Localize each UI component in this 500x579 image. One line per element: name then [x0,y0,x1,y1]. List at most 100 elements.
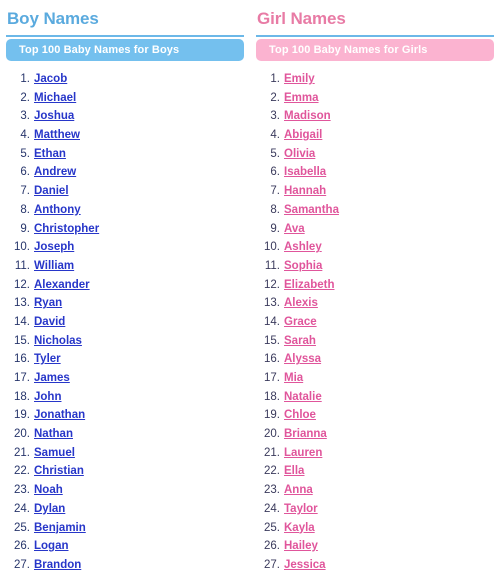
name-link[interactable]: Matthew [34,129,80,141]
name-link[interactable]: Hailey [284,540,318,552]
name-link[interactable]: William [34,260,74,272]
name-link[interactable]: Anna [284,484,313,496]
name-list-item: 14. Grace [250,313,500,332]
rank-number: 13. [264,297,280,310]
name-link[interactable]: Isabella [284,166,326,178]
rank-number: 6. [270,166,280,179]
rank-number: 21. [14,446,30,459]
name-link[interactable]: Nathan [34,428,73,440]
name-link[interactable]: Abigail [284,129,322,141]
name-list-item: 2. Emma [250,89,500,108]
name-link[interactable]: Ethan [34,148,66,160]
name-link[interactable]: Taylor [284,503,318,515]
rank-number: 10. [264,241,280,254]
name-list-item: 15. Nicholas [0,332,250,351]
boys-banner: Top 100 Baby Names for Boys [6,39,244,61]
name-link[interactable]: John [34,391,61,403]
name-link[interactable]: Christian [34,465,84,477]
name-link[interactable]: Michael [34,92,76,104]
rank-number: 22. [264,465,280,478]
rank-number: 6. [20,166,30,179]
name-link[interactable]: Jacob [34,73,67,85]
name-list-item: 25. Kayla [250,519,500,538]
rank-number: 11. [264,259,280,272]
rank-number: 15. [264,334,280,347]
name-link[interactable]: Lauren [284,447,322,459]
name-link[interactable]: Brandon [34,559,81,571]
rank-number: 3. [20,110,30,123]
name-link[interactable]: Madison [284,110,331,122]
boys-column: Boy Names Top 100 Baby Names for Boys 1.… [0,0,250,575]
rank-number: 24. [264,502,280,515]
name-link[interactable]: Emma [284,92,319,104]
name-link[interactable]: Kayla [284,522,315,534]
name-link[interactable]: Benjamin [34,522,86,534]
name-list-item: 5. Ethan [0,145,250,164]
rank-number: 16. [264,353,280,366]
name-link[interactable]: Daniel [34,185,69,197]
name-list-item: 18. Natalie [250,388,500,407]
name-list-item: 24. Taylor [250,500,500,519]
name-link[interactable]: Alyssa [284,353,321,365]
rank-number: 13. [14,297,30,310]
name-link[interactable]: Elizabeth [284,279,334,291]
rank-number: 23. [14,484,30,497]
name-link[interactable]: Noah [34,484,63,496]
name-link[interactable]: Grace [284,316,317,328]
rank-number: 14. [264,315,280,328]
name-link[interactable]: Ava [284,223,305,235]
name-link[interactable]: Emily [284,73,315,85]
name-link[interactable]: Samuel [34,447,75,459]
name-list-item: 12. Alexander [0,276,250,295]
name-list-item: 11. Sophia [250,257,500,276]
name-list-item: 20. Nathan [0,425,250,444]
name-link[interactable]: Chloe [284,409,316,421]
name-list-item: 26. Hailey [250,537,500,556]
name-list-item: 1. Emily [250,70,500,89]
name-link[interactable]: Andrew [34,166,76,178]
name-link[interactable]: Joshua [34,110,74,122]
name-link[interactable]: Ashley [284,241,322,253]
name-link[interactable]: Jonathan [34,409,85,421]
name-link[interactable]: Brianna [284,428,327,440]
name-list-item: 7. Hannah [250,182,500,201]
name-link[interactable]: Sophia [284,260,322,272]
name-list-item: 5. Olivia [250,145,500,164]
name-link[interactable]: Logan [34,540,69,552]
name-link[interactable]: David [34,316,65,328]
rank-number: 17. [14,372,30,384]
baby-names-page: Boy Names Top 100 Baby Names for Boys 1.… [0,0,500,579]
name-link[interactable]: Mia [284,372,303,384]
name-link[interactable]: Ella [284,465,304,477]
name-list-item: 10. Joseph [0,238,250,257]
rank-number: 8. [270,203,280,216]
name-link[interactable]: Ryan [34,297,62,309]
name-list-item: 21. Lauren [250,444,500,463]
name-link[interactable]: Alexander [34,279,90,291]
rank-number: 1. [270,73,280,85]
name-list-item: 8. Samantha [250,201,500,220]
name-link[interactable]: Christopher [34,223,99,235]
name-link[interactable]: Nicholas [34,335,82,347]
name-link[interactable]: Jessica [284,559,326,571]
name-link[interactable]: Anthony [34,204,81,216]
name-list-item: 3. Joshua [0,107,250,126]
name-list-item: 13. Alexis [250,294,500,313]
name-list-item: 15. Sarah [250,332,500,351]
name-link[interactable]: Hannah [284,185,326,197]
name-list-item: 24. Dylan [0,500,250,519]
name-link[interactable]: Alexis [284,297,318,309]
name-link[interactable]: Joseph [34,241,74,253]
girls-banner: Top 100 Baby Names for Girls [256,39,494,61]
name-list-item: 4. Abigail [250,126,500,145]
name-link[interactable]: Natalie [284,391,322,403]
girls-divider-rule [256,35,494,37]
name-link[interactable]: James [34,372,70,384]
name-link[interactable]: Dylan [34,503,65,515]
name-link[interactable]: Sarah [284,335,316,347]
girls-name-list: 1. Emily 2. Emma 3. Madison 4. Abigail 5. Olivia 6… [250,61,500,575]
name-link[interactable]: Samantha [284,204,339,216]
name-link[interactable]: Olivia [284,148,315,160]
name-link[interactable]: Tyler [34,353,61,365]
boys-divider-rule [6,35,244,37]
